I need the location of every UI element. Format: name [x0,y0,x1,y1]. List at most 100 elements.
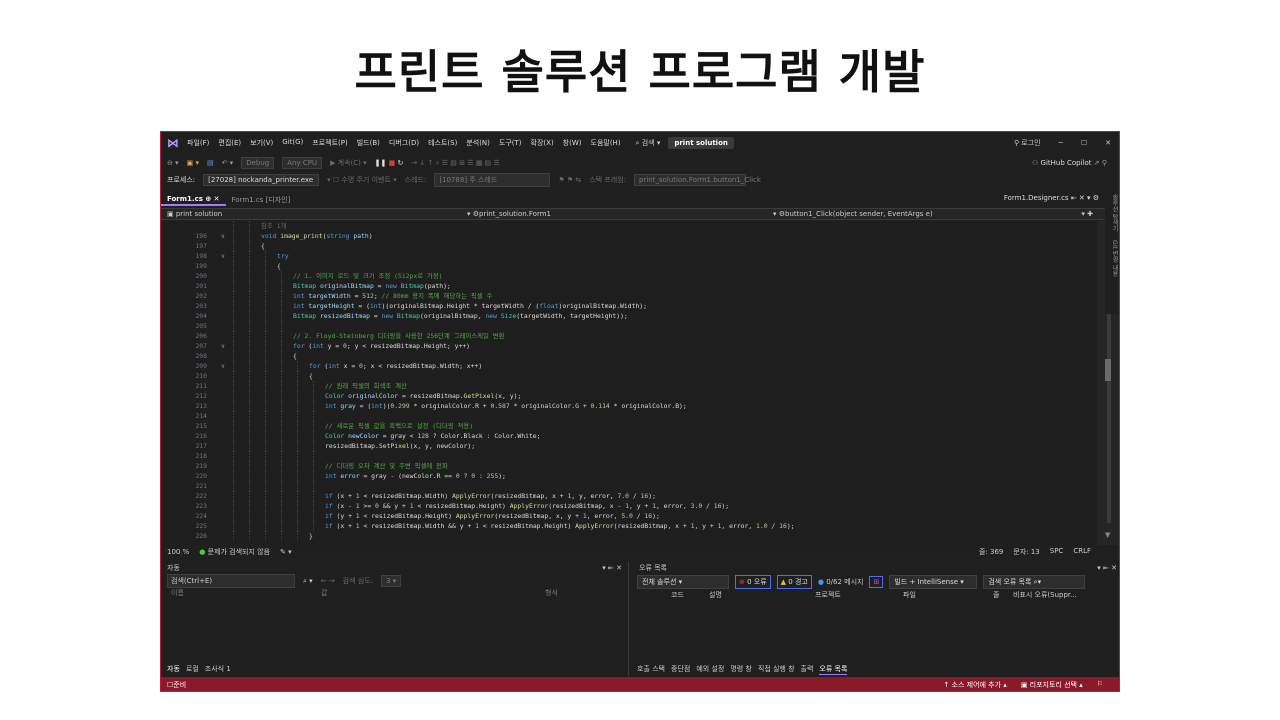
error-column-header[interactable]: 코드 [671,590,684,600]
filter-icon[interactable]: ⊞ [869,576,884,588]
copilot-button[interactable]: ⚇ GitHub Copilot ⇗ ⚲ [1032,159,1107,167]
code-line[interactable]: 203 int targetHeight = (int)(originalBitm… [161,301,1097,311]
member-dropdown[interactable]: ▾ ⚙button1_Click(object sender, EventArg… [773,210,933,218]
code-line[interactable]: 201 Bitmap originalBitmap = new Bitmap(pa… [161,281,1097,291]
error-panel-tab[interactable]: 출력 [801,664,814,674]
code-line[interactable]: 210 { [161,371,1097,381]
continue-button[interactable]: ▶ 계속(C) ▾ [330,158,367,168]
tab-form1-cs[interactable]: Form1.cs ⊕ ✕ [161,194,226,206]
maximize-button[interactable]: ☐ [1081,139,1087,147]
error-panel-tab[interactable]: 예외 설정 [696,664,724,674]
code-line[interactable]: 219 // 디더링 오차 계산 및 주변 픽셀에 전파 [161,461,1097,471]
code-line[interactable]: 참조 1개 [161,221,1097,231]
issues-status[interactable]: ● 문제가 검색되지 않음 [199,547,270,557]
nav-arrows[interactable]: ← → [321,577,335,585]
error-panel-tab[interactable]: 직접 실행 창 [758,664,795,674]
error-column-header[interactable]: 설명 [709,590,722,600]
split-icon[interactable]: ▾ ✚ [1081,210,1093,218]
code-line[interactable]: 214 [161,411,1097,421]
menu-item[interactable]: 도움말(H) [591,138,621,148]
undo-icon[interactable]: ↶ ▾ [222,159,234,167]
error-panel-tab[interactable]: 명령 창 [730,664,752,674]
errors-filter[interactable]: ⊗ 0 오류 [735,575,771,589]
close-window-button[interactable]: ✕ [1105,139,1111,147]
menu-item[interactable]: 확장(X) [531,138,554,148]
menu-item[interactable]: 빌드(B) [357,138,380,148]
menu-item[interactable]: 프로젝트(P) [312,138,347,148]
brush-icon[interactable]: ✎ ▾ [280,548,292,556]
step-icons[interactable]: → ↓ ↑ ⌕ ☰ ▤ ⊞ ☰ ▦ ▤ ☰ [411,159,499,168]
autos-tab[interactable]: 조사식 1 [205,664,231,674]
code-line[interactable]: 216 Color newColor = gray < 128 ? Color.B… [161,431,1097,441]
search-icon[interactable]: ⌕ ▾ [303,577,313,586]
stack-icons[interactable]: ⚑ ⚑ ⇆ [558,176,581,184]
code-line[interactable]: 211 // 원래 픽셀의 회색조 계산 [161,381,1097,391]
search-menu[interactable]: ⌕ 검색 ▾ [636,138,661,148]
code-line[interactable]: 221 [161,481,1097,491]
autos-tab[interactable]: 자동 [167,664,180,674]
error-column-header[interactable]: 프로젝트 [815,590,841,600]
scope-dropdown[interactable]: 전체 솔루션 ▾ [637,575,729,589]
line-ending[interactable]: CRLF [1073,547,1091,557]
code-line[interactable]: 224 if (y + 1 < resizedBitmap.Height) App… [161,511,1097,521]
lifecycle-dropdown[interactable]: ▾ ☐ 수명 주기 이벤트 ▾ [327,175,397,185]
code-line[interactable]: 204 Bitmap resizedBitmap = new Bitmap(ori… [161,311,1097,321]
error-list-pin-close[interactable]: ▾ ⇤ ✕ [1097,564,1117,572]
code-line[interactable]: 218 [161,451,1097,461]
notifications-icon[interactable]: ⚐ [1097,680,1103,690]
menu-item[interactable]: 디버그(D) [389,138,419,148]
error-search-input[interactable]: 검색 오류 목록 ⌕▾ [983,575,1086,589]
error-column-header[interactable]: 줄 [993,590,999,600]
code-line[interactable]: 217 resizedBitmap.SetPixel(x, y, newColor… [161,441,1097,451]
menu-item[interactable]: 편집(E) [218,138,241,148]
git-changes-tab[interactable]: Git 변경 내용 [1111,240,1118,276]
visual-studio-logo-icon[interactable]: ⋈ [167,136,179,150]
menu-item[interactable]: 도구(T) [499,138,522,148]
menu-item[interactable]: 보기(V) [250,138,273,148]
class-dropdown[interactable]: ▾ ⚙print_solution.Form1 [467,210,551,218]
error-panel-tab[interactable]: 호출 스택 [637,664,665,674]
code-line[interactable]: 202 int targetWidth = 512; // 80mm 용지 폭에 … [161,291,1097,301]
code-line[interactable]: 213 int gray = (int)(0.299 * originalColo… [161,401,1097,411]
code-line[interactable]: 226} [161,531,1097,541]
code-line[interactable]: 208 { [161,351,1097,361]
fold-toggle[interactable]: ∨ [221,361,225,371]
code-line[interactable]: 205 [161,321,1097,331]
code-line[interactable]: 225 if (x + 1 < resizedBitmap.Width && y … [161,521,1097,531]
source-control-button[interactable]: ↑ 소스 제어에 추가 ▴ [943,680,1006,690]
code-editor[interactable]: 참조 1개 196 ∨ void image_print(string path) 19… [161,221,1097,545]
autos-pin-close[interactable]: ▾ ⇤ ✕ [602,564,622,572]
minimize-button[interactable]: ─ [1059,139,1063,147]
menu-item[interactable]: 분석(N) [466,138,490,148]
code-line[interactable]: 212 Color originalColor = resizedBitmap.G… [161,391,1097,401]
menu-item[interactable]: 파일(F) [187,138,209,148]
stack-frame-dropdown[interactable]: print_solution.Form1.button1_Click [634,174,761,186]
save-icon[interactable]: ▤ [207,159,214,167]
new-project-icon[interactable]: ▣ ▾ [187,159,199,167]
error-panel-tab[interactable]: 중단점 [671,664,690,674]
debug-icons[interactable]: ❚❚ ■ ↻ [375,159,404,167]
menu-item[interactable]: 테스트(S) [428,138,457,148]
repo-button[interactable]: ▣ 리포지토리 선택 ▴ [1021,680,1083,690]
code-line[interactable]: 197 { [161,241,1097,251]
zoom-level[interactable]: 100 % [167,548,189,556]
fold-toggle[interactable]: ∨ [221,231,225,241]
code-line[interactable]: 207 ∨ for (int y = 0; y < resizedBitmap.He… [161,341,1097,351]
code-line[interactable]: 215 // 새로운 픽셀 값을 흑백으로 설정 (디더링 적용) [161,421,1097,431]
code-line[interactable]: 206 // 2. Floyd-Steinberg 디더링을 사용한 256단계 … [161,331,1097,341]
autos-search-input[interactable]: 검색(Ctrl+E) [167,574,295,588]
back-icon[interactable]: ⊖ ▾ [167,159,179,167]
project-dropdown[interactable]: ▣ print solution [167,210,222,218]
code-line[interactable]: 199 { [161,261,1097,271]
menu-item[interactable]: 창(W) [563,138,582,148]
tab-form1-design[interactable]: Form1.cs [디자인] [226,195,297,205]
build-filter-dropdown[interactable]: 빌드 + IntelliSense ▾ [889,575,978,589]
messages-filter[interactable]: ● 0/62 메시지 [818,577,864,587]
autos-tab[interactable]: 로컬 [186,664,199,674]
code-line[interactable]: 223 if (x - 1 >= 0 && y + 1 < resizedBitm… [161,501,1097,511]
error-column-header[interactable]: 파일 [903,590,916,600]
fold-toggle[interactable]: ∨ [221,251,225,261]
solution-explorer-tab[interactable]: 솔루션 탐색기 [1111,194,1118,232]
code-line[interactable]: 220 int error = gray - (newColor.R == 0 ?… [161,471,1097,481]
error-column-header[interactable]: 비표시 오류(Suppr... [1013,590,1077,600]
